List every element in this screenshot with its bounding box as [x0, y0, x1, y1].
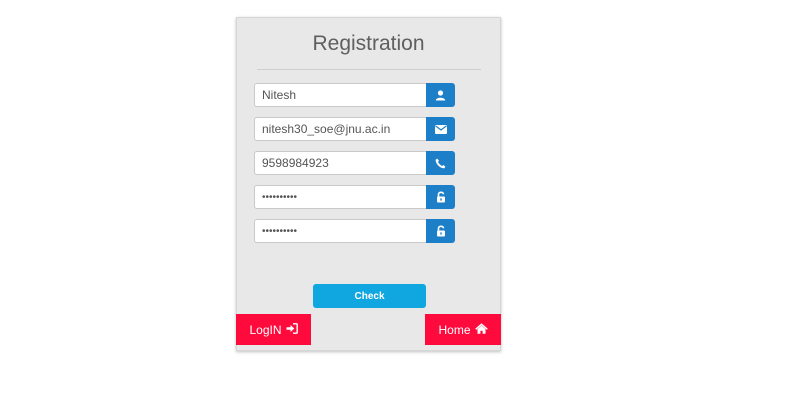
password-field-group: [254, 185, 455, 209]
check-button[interactable]: Check: [313, 284, 426, 308]
confirm-password-input[interactable]: [254, 219, 426, 243]
name-input[interactable]: [254, 83, 426, 107]
page-title: Registration: [312, 32, 425, 55]
email-field-group: [254, 117, 455, 141]
home-icon: [474, 322, 488, 337]
home-button[interactable]: Home: [425, 314, 501, 345]
password-input[interactable]: [254, 185, 426, 209]
login-label: LogIN: [249, 322, 282, 337]
user-icon: [426, 83, 455, 107]
title-divider: [257, 69, 481, 70]
phone-input[interactable]: [254, 151, 426, 175]
name-field-group: [254, 83, 455, 107]
phone-field-group: [254, 151, 455, 175]
unlock-icon: [426, 185, 455, 209]
envelope-icon: [426, 117, 455, 141]
unlock-icon: [426, 219, 455, 243]
sign-in-icon: [286, 322, 298, 337]
phone-icon: [426, 151, 455, 175]
email-input[interactable]: [254, 117, 426, 141]
registration-card: Registration Nitesh nitesh30_soe@jnu.ac.…: [236, 17, 501, 351]
login-button[interactable]: LogIN: [236, 314, 311, 345]
confirm-password-field-group: [254, 219, 455, 243]
home-label: Home: [438, 322, 471, 337]
